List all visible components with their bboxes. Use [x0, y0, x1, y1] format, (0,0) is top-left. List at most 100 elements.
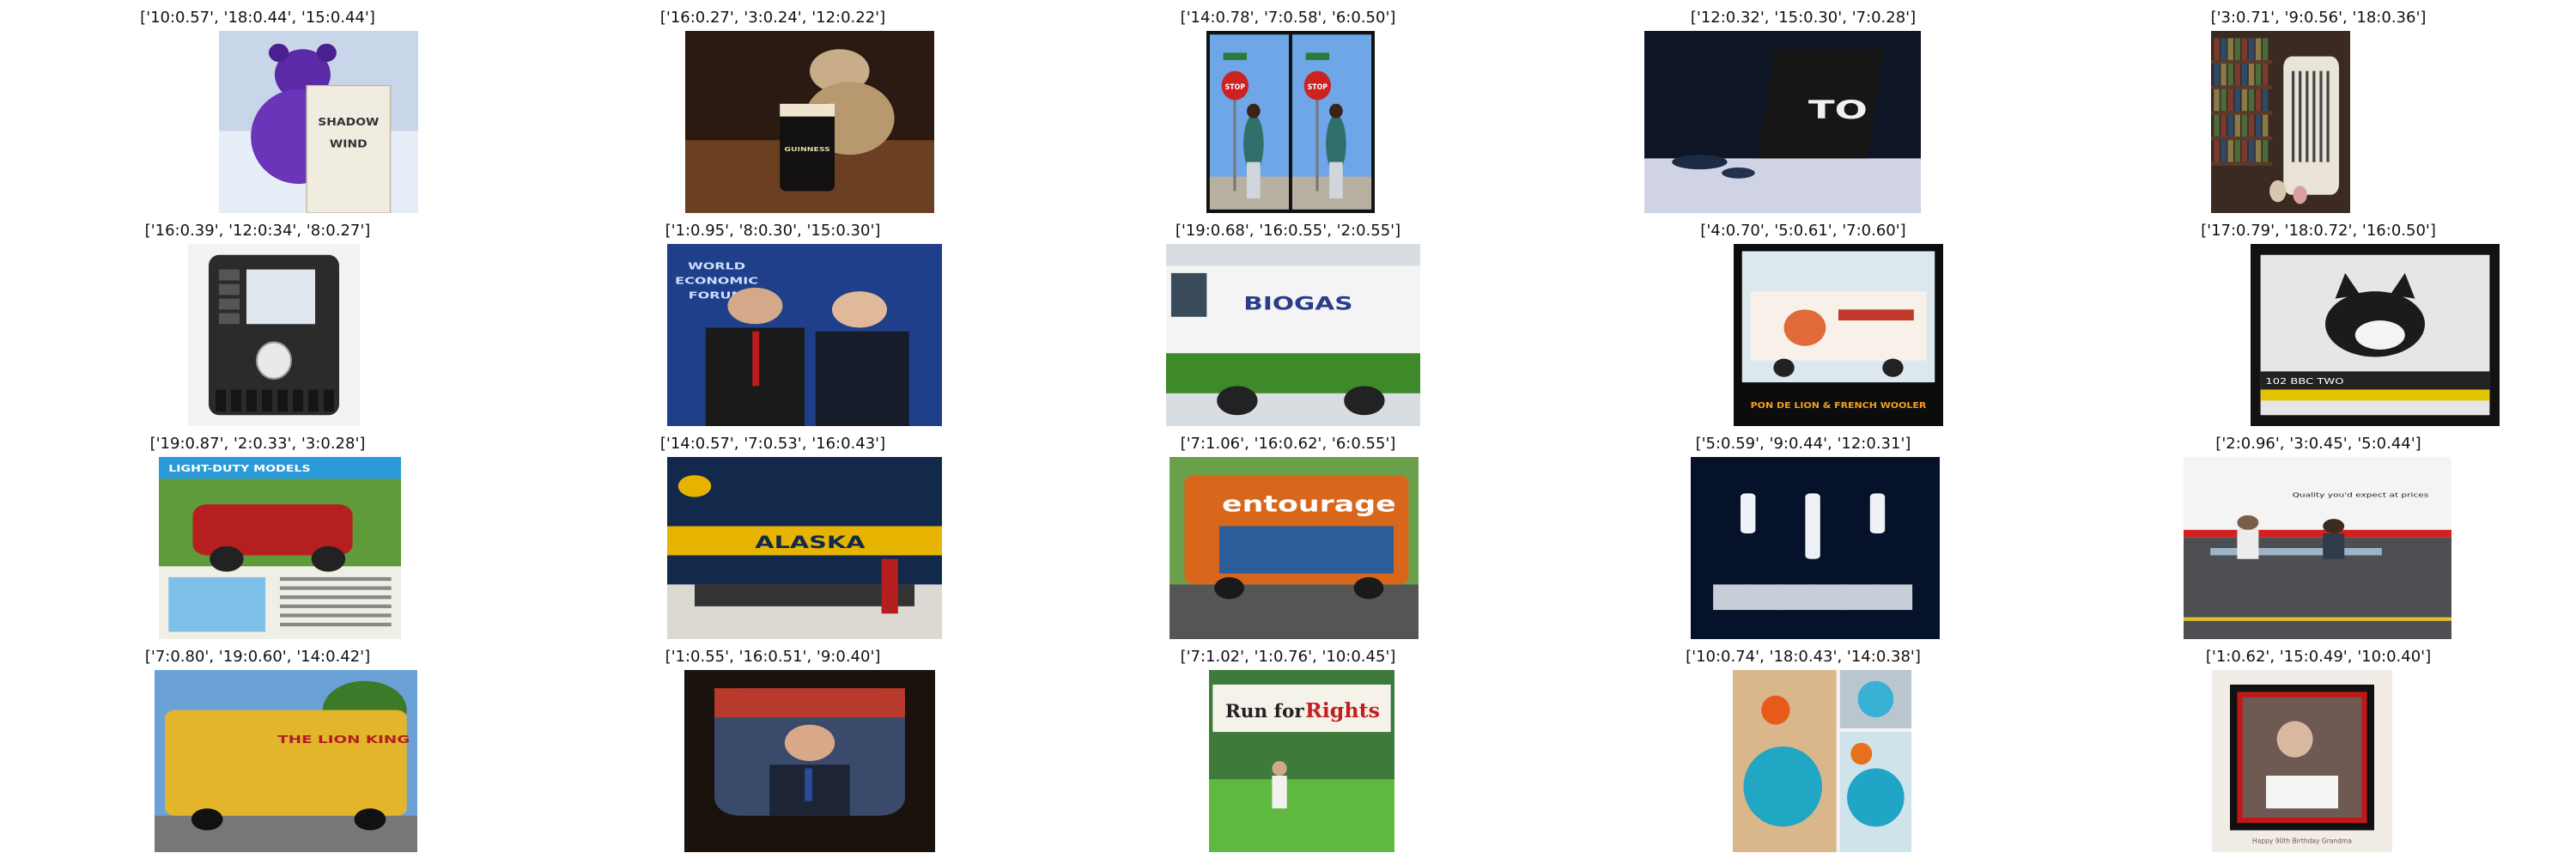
image-caption: ['4:0.70', '5:0.61', '7:0.60']	[1700, 222, 1906, 240]
biogas-bus-picture: BIOGAS	[1166, 244, 1420, 426]
image-caption: ['2:0.96', '3:0.45', '5:0.44']	[2215, 435, 2421, 453]
grid-cell: ['4:0.70', '5:0.61', '7:0.60'] PON DE LIO…	[1546, 213, 2061, 428]
image-caption: ['7:0.80', '19:0.60', '14:0.42']	[144, 648, 371, 666]
image-caption: ['17:0.79', '18:0.72', '16:0.50']	[2201, 222, 2436, 240]
svg-text:GUINNESS: GUINNESS	[784, 145, 829, 152]
bench-women-picture: Quality you'd expect at prices	[2184, 457, 2451, 639]
thumbnail-image: entourage	[1170, 457, 1419, 639]
svg-text:TO: TO	[1808, 95, 1868, 125]
grid-cell: ['1:0.95', '8:0.30', '15:0.30'] WORLD ECON…	[515, 213, 1030, 428]
grid-cell: ['10:0.74', '18:0.43', '14:0.38']	[1546, 639, 2061, 854]
grid-cell: ['17:0.79', '18:0.72', '16:0.50'] 102 BBC…	[2061, 213, 2576, 428]
image-caption: ['19:0.68', '16:0.55', '2:0.55']	[1175, 222, 1401, 240]
grid-cell: ['14:0.78', '7:0.58', '6:0.50'] STOP STOP	[1030, 0, 1546, 215]
thumbnail-image	[684, 670, 935, 852]
thumbnail-image: Happy 90th Birthday Grandma	[2212, 670, 2392, 852]
grid-cell: ['16:0.39', '12:0:34', '8:0.27']	[0, 213, 515, 428]
alaska-train-picture: ALASKA	[667, 457, 942, 639]
grid-cell: ['1:0.62', '15:0.49', '10:0.40'] Happy 90…	[2061, 639, 2576, 854]
svg-text:WIND: WIND	[330, 138, 368, 150]
grid-cell: ['7:1.06', '16:0.62', '6:0.55'] entourage	[1030, 426, 1546, 641]
grid-cell: ['3:0.71', '9:0.56', '18:0.36']	[2061, 0, 2576, 215]
thumbnail-image	[188, 244, 360, 426]
image-caption: ['14:0.57', '7:0.53', '16:0.43']	[659, 435, 886, 453]
image-caption: ['1:0.55', '16:0.51', '9:0.40']	[665, 648, 881, 666]
thumbnail-image: Run for Rights	[1209, 670, 1394, 852]
tv-cat-cartoon-picture: 102 BBC TWO	[2251, 244, 2500, 426]
svg-text:BIOGAS: BIOGAS	[1243, 293, 1352, 314]
blue-glass-flowers-picture	[1733, 670, 1911, 852]
run-for-rights-picture: Run for Rights	[1209, 670, 1394, 852]
svg-text:SHADOW: SHADOW	[318, 117, 379, 129]
svg-text:entourage: entourage	[1222, 492, 1396, 517]
svg-text:Run for: Run for	[1225, 701, 1305, 722]
teddy-with-pint-picture: GUINNESS	[685, 31, 934, 213]
thumbnail-image: 102 BBC TWO	[2251, 244, 2500, 426]
svg-text:LIGHT-DUTY MODELS: LIGHT-DUTY MODELS	[168, 463, 310, 474]
entourage-bus-picture: entourage	[1170, 457, 1419, 639]
image-caption: ['1:0.95', '8:0.30', '15:0.30']	[665, 222, 881, 240]
svg-text:STOP: STOP	[1308, 82, 1327, 91]
svg-text:Happy 90th Birthday Grandma: Happy 90th Birthday Grandma	[2252, 837, 2352, 844]
thumbnail-image	[1733, 670, 1911, 852]
grid-cell: ['12:0.32', '15:0.30', '7:0.28'] TO	[1546, 0, 2061, 215]
laptop-desk-picture: TO	[1644, 31, 1921, 213]
grid-cell: ['14:0.57', '7:0.53', '16:0.43'] ALASKA	[515, 426, 1030, 641]
svg-text:102 BBC TWO: 102 BBC TWO	[2265, 376, 2343, 387]
svg-text:ECONOMIC: ECONOMIC	[675, 276, 758, 286]
bookshelf-vase-picture	[2211, 31, 2350, 213]
grid-cell: ['7:0.80', '19:0.60', '14:0.42'] THE LION…	[0, 639, 515, 854]
thumbnail-image: THE LION KING	[155, 670, 417, 852]
thumbnail-image: WORLD ECONOMIC FORUM	[667, 244, 942, 426]
image-grid: ['10:0.57', '18:0.44', '15:0.44'] SHADOW W…	[0, 0, 2576, 859]
woman-stop-sign-diptych-picture: STOP STOP	[1206, 31, 1375, 213]
birthday-grandma-picture: Happy 90th Birthday Grandma	[2212, 670, 2392, 852]
image-caption: ['16:0.39', '12:0:34', '8:0.27']	[144, 222, 371, 240]
thumbnail-image: GUINNESS	[685, 31, 934, 213]
image-caption: ['14:0.78', '7:0.58', '6:0.50']	[1180, 9, 1396, 27]
thumbnail-image	[2211, 31, 2350, 213]
thumbnail-image: BIOGAS	[1166, 244, 1420, 426]
svg-text:WORLD: WORLD	[688, 261, 745, 271]
decorated-bus-picture: PON DE LION & FRENCH WOOLER	[1734, 244, 1943, 426]
image-caption: ['7:1.02', '1:0.76', '10:0.45']	[1180, 648, 1396, 666]
image-caption: ['12:0.32', '15:0.30', '7:0.28']	[1690, 9, 1917, 27]
thumbnail-image	[1691, 457, 1940, 639]
image-caption: ['16:0.27', '3:0.24', '12:0.22']	[659, 9, 886, 27]
image-caption: ['1:0.62', '15:0.49', '10:0.40']	[2205, 648, 2432, 666]
thumbnail-image: SHADOW WIND	[219, 31, 418, 213]
grid-cell: ['10:0.57', '18:0.44', '15:0.44'] SHADOW W…	[0, 0, 515, 215]
grid-cell: ['19:0.68', '16:0.55', '2:0.55'] BIOGAS	[1030, 213, 1546, 428]
image-caption: ['10:0.57', '18:0.44', '15:0.44']	[140, 9, 375, 27]
image-caption: ['3:0.71', '9:0.56', '18:0.36']	[2210, 9, 2427, 27]
svg-text:THE LION KING: THE LION KING	[277, 733, 410, 746]
wii-controllers-picture	[1691, 457, 1940, 639]
purple-teddy-reading-picture: SHADOW WIND	[219, 31, 418, 213]
thumbnail-image: PON DE LION & FRENCH WOOLER	[1734, 244, 1943, 426]
lion-king-bus-picture: THE LION KING	[155, 670, 417, 852]
thumbnail-image: Quality you'd expect at prices	[2184, 457, 2451, 639]
thumbnail-image: LIGHT-DUTY MODELS	[159, 457, 401, 639]
svg-text:ALASKA: ALASKA	[755, 533, 865, 552]
grid-cell: ['2:0.96', '3:0.45', '5:0.44'] Quality yo…	[2061, 426, 2576, 641]
grid-cell: ['16:0.27', '3:0.24', '12:0.22'] GUINNESS	[515, 0, 1030, 215]
thumbnail-image: ALASKA	[667, 457, 942, 639]
two-men-forum-picture: WORLDECONOMICFORUM	[667, 244, 942, 426]
svg-text:Rights: Rights	[1305, 698, 1380, 722]
image-caption: ['7:1.06', '16:0.62', '6:0.55']	[1180, 435, 1396, 453]
image-caption: ['10:0.74', '18:0.43', '14:0.38']	[1686, 648, 1921, 666]
thumbnail-image: TO	[1644, 31, 1921, 213]
grid-cell: ['1:0.55', '16:0.51', '9:0.40']	[515, 639, 1030, 854]
image-caption: ['19:0.87', '2:0.33', '3:0.28']	[149, 435, 366, 453]
grid-cell: ['5:0.59', '9:0.44', '12:0.31']	[1546, 426, 2061, 641]
car-dashboard-radio-picture	[188, 244, 360, 426]
image-caption: ['5:0.59', '9:0.44', '12:0.31']	[1695, 435, 1911, 453]
svg-text:STOP: STOP	[1225, 82, 1245, 91]
svg-text:Quality you'd expect at prices: Quality you'd expect at prices	[2293, 492, 2429, 499]
grid-cell: ['19:0.87', '2:0.33', '3:0.28'] LIGHT-DUT…	[0, 426, 515, 641]
thumbnail-image: STOP STOP	[1206, 31, 1375, 213]
vintage-truck-ad-picture: LIGHT-DUTY MODELS	[159, 457, 401, 639]
svg-text:PON DE LION & FRENCH WOOLER: PON DE LION & FRENCH WOOLER	[1751, 400, 1927, 410]
grid-cell: ['7:1.02', '1:0.76', '10:0.45'] Run for Ri…	[1030, 639, 1546, 854]
tv-newsman-picture	[684, 670, 935, 852]
